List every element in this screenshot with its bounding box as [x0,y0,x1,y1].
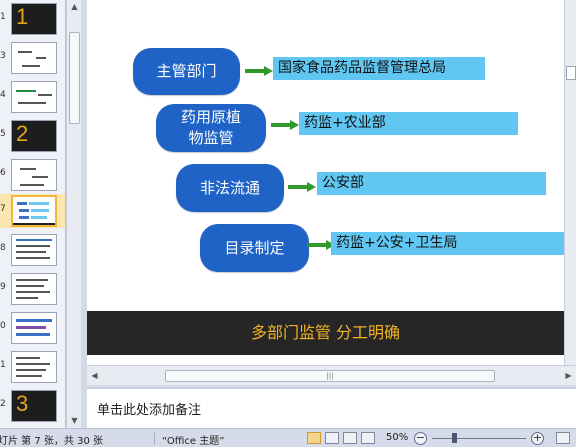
thumbnail-image: 3 [11,390,57,422]
notes-placeholder[interactable]: 单击此处添加备注 [97,399,201,418]
thumbnail-slide-4[interactable]: 4 [0,80,65,114]
thumbnail-number: 3 [0,51,6,61]
thumbnail-image [11,195,57,227]
thumbnail-slide-1[interactable]: 1 1 [0,2,65,36]
scrollbar-thumb[interactable] [566,66,576,80]
arrow-right-icon [245,66,273,76]
thumbnail-number: 1 [0,12,6,22]
label-row-2[interactable]: 药监+农业部 [299,112,518,135]
thumbnail-slide-10[interactable]: 0 [0,311,65,345]
thumbnail-slide-11[interactable]: 1 [0,350,65,384]
zoom-slider-knob[interactable] [452,433,457,443]
arrow-right-icon [271,120,299,130]
pill-row-4[interactable]: 目录制定 [200,224,309,272]
theme-name[interactable]: “Office 主题” [162,432,224,447]
thumbnail-slide-3[interactable]: 3 [0,41,65,75]
thumbnail-slide-7[interactable]: 7 [0,194,65,228]
pill-row-1[interactable]: 主管部门 [133,48,240,95]
thumbnail-number: 5 [0,129,6,139]
thumbnail-image [11,312,57,344]
thumbnail-slide-6[interactable]: 6 [0,158,65,192]
thumbnail-image [11,159,57,191]
pill-row-2[interactable]: 药用原植 物监管 [156,104,266,152]
horizontal-scrollbar[interactable]: ◀ ||| ▶ [87,365,576,385]
thumbnail-number: 1 [0,360,6,370]
thumbnail-number: 9 [0,282,6,292]
thumbnail-image: 2 [11,120,57,152]
powerpoint-window: 1 1 3 4 5 2 6 7 8 9 0 1 2 3 ▲ ▼ 主管部门 国家食… [0,0,576,447]
slide-thumbnail-pane[interactable]: 1 1 3 4 5 2 6 7 8 9 0 1 2 3 [0,0,66,428]
up-arrow-icon[interactable]: ▲ [67,0,82,14]
left-arrow-icon[interactable]: ◀ [87,369,102,383]
thumbnail-slide-9[interactable]: 9 [0,272,65,306]
footer-banner[interactable]: 多部门监管 分工明确 [87,311,564,355]
pill-row-3[interactable]: 非法流通 [176,164,284,212]
thumbnail-slide-8[interactable]: 8 [0,233,65,267]
label-row-4[interactable]: 药监+公安+卫生局 [331,232,564,255]
slide-canvas[interactable]: 主管部门 国家食品药品监督管理总局 药用原植 物监管 药监+农业部 非法流通 公… [87,0,564,365]
arrow-right-icon [288,182,316,192]
status-bar: 幻灯片 第 7 张，共 30 张 “Office 主题” 50% − + [0,428,576,447]
thumbnail-number: 6 [0,168,6,178]
right-arrow-icon[interactable]: ▶ [561,369,576,383]
down-arrow-icon[interactable]: ▼ [67,414,82,428]
scrollbar-thumb[interactable] [69,32,80,124]
thumbnail-image [11,234,57,266]
slideshow-icon[interactable] [361,432,375,444]
thumbnail-image [11,81,57,113]
label-row-1[interactable]: 国家食品药品监督管理总局 [273,57,485,80]
slide-scrollbar[interactable] [564,0,576,365]
thumbnail-image [11,42,57,74]
fit-window-icon[interactable] [556,432,570,444]
scrollbar-thumb[interactable]: ||| [165,370,495,382]
separator [154,432,155,445]
slide-sorter-icon[interactable] [325,432,339,444]
thumbnail-number: 8 [0,243,6,253]
thumbnail-slide-12[interactable]: 2 3 [0,389,65,423]
zoom-out-icon[interactable]: − [414,432,427,445]
thumbnail-image [11,351,57,383]
thumbnail-number: 4 [0,90,6,100]
reading-view-icon[interactable] [343,432,357,444]
zoom-level[interactable]: 50% [386,432,408,443]
zoom-in-icon[interactable]: + [531,432,544,445]
slide-counter: 幻灯片 第 7 张，共 30 张 [0,436,103,447]
thumbnail-number: 2 [0,399,6,409]
thumbnail-number: 0 [0,321,6,331]
notes-pane[interactable]: 单击此处添加备注 [87,387,576,428]
thumbnail-number: 7 [0,204,6,214]
thumbnail-image [11,273,57,305]
thumbnail-scrollbar[interactable]: ▲ ▼ [66,0,81,428]
thumbnail-slide-5[interactable]: 5 2 [0,119,65,153]
normal-view-icon[interactable] [307,432,321,444]
label-row-3[interactable]: 公安部 [317,172,546,195]
zoom-slider[interactable] [432,438,526,439]
thumbnail-image: 1 [11,3,57,35]
